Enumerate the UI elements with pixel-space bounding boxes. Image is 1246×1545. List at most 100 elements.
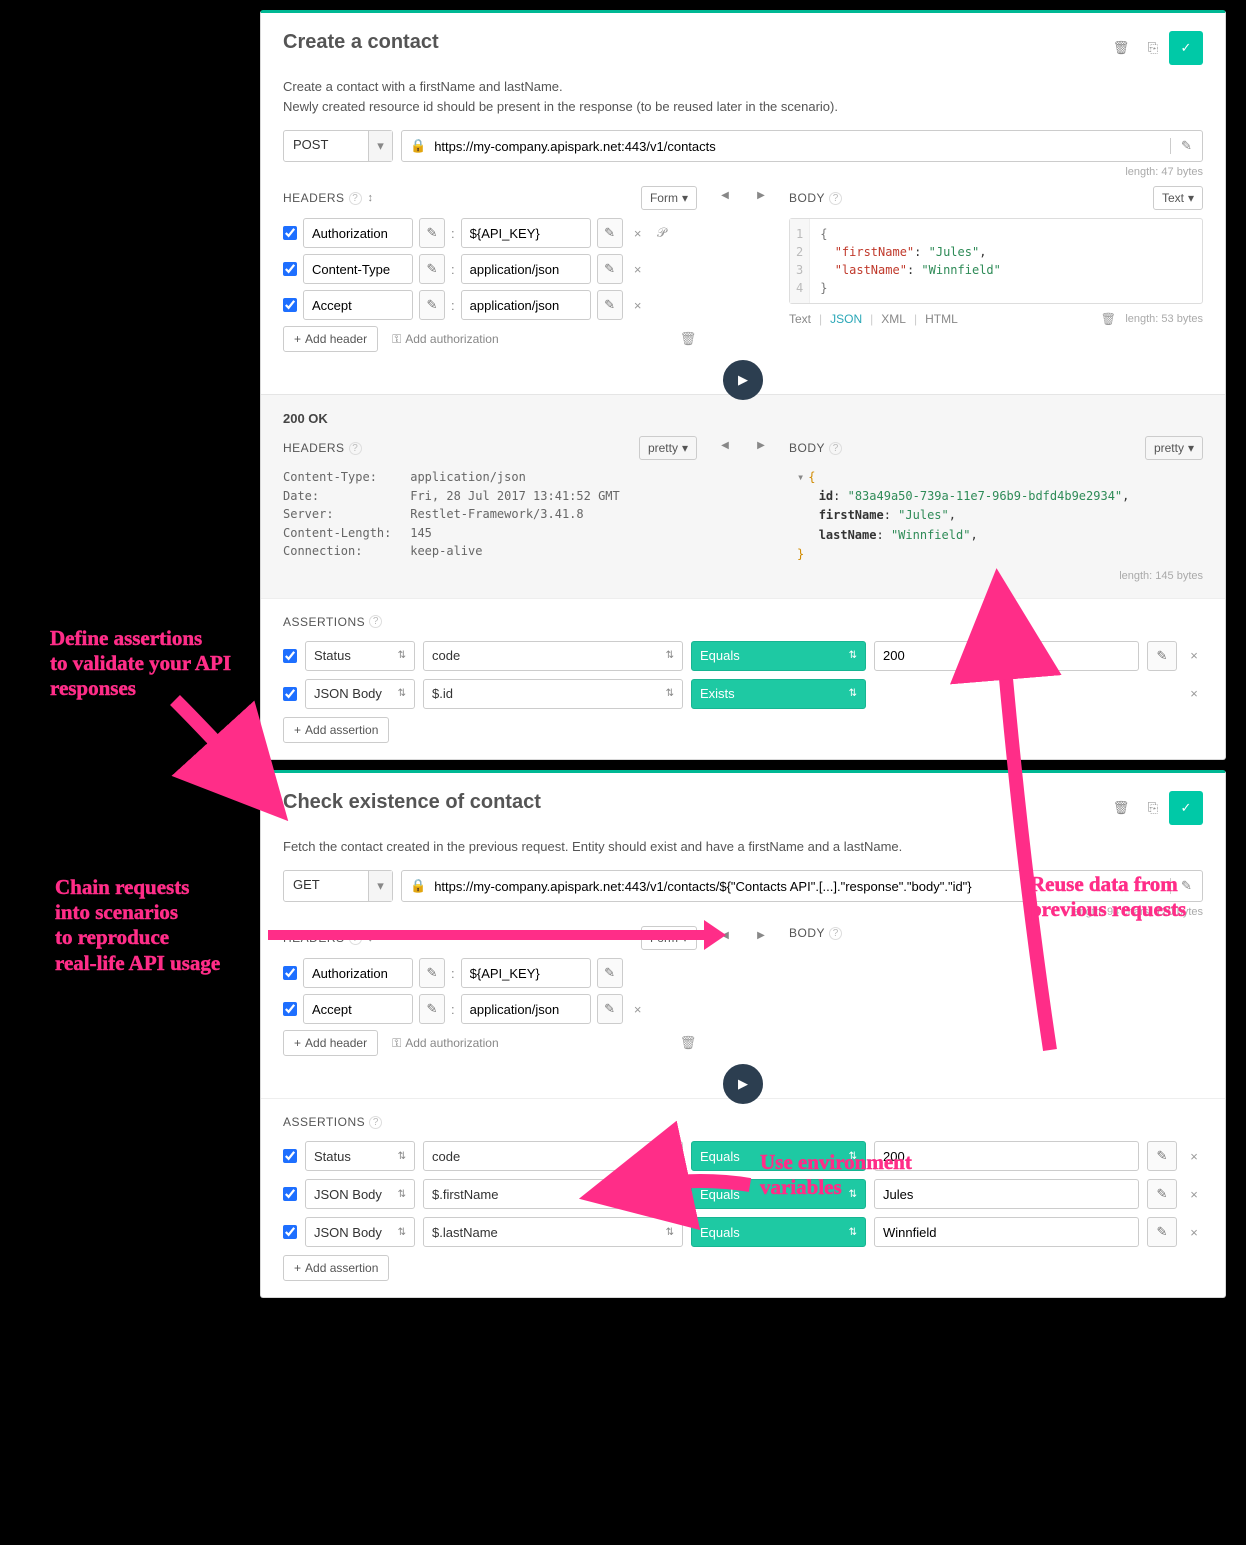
header-name-input[interactable] [303,994,413,1024]
pencil-icon[interactable]: ✎ [419,994,445,1024]
pencil-icon[interactable]: ✎ [419,218,445,248]
remove-icon[interactable]: × [1185,1225,1203,1240]
collapse-left-icon[interactable]: ◀ [721,190,729,201]
assertion-operator-select[interactable]: Equals⇅ [691,1217,866,1247]
header-value-input[interactable] [461,290,591,320]
http-method-select[interactable]: GET ▾ [283,870,393,902]
confirm-icon[interactable]: ✓ [1169,31,1203,65]
assertion-enable-checkbox[interactable] [283,1149,297,1163]
remove-icon[interactable]: × [1185,1187,1203,1202]
header-enable-checkbox[interactable] [283,298,297,312]
header-enable-checkbox[interactable] [283,966,297,980]
assertion-source-select[interactable]: Status⇅ [305,641,415,671]
pencil-icon[interactable]: ✎ [1147,1179,1177,1209]
resp-body-mode[interactable]: pretty▾ [1145,436,1203,460]
assertion-source-select[interactable]: JSON Body⇅ [305,1217,415,1247]
http-method-select[interactable]: POST ▾ [283,130,393,162]
header-value-input[interactable] [461,218,591,248]
assertion-value-input[interactable] [874,1141,1139,1171]
pencil-icon[interactable]: ✎ [597,254,623,284]
remove-icon[interactable]: × [1185,648,1203,663]
remove-icon[interactable]: × [629,1002,647,1017]
assertion-enable-checkbox[interactable] [283,1187,297,1201]
collapse-right-icon[interactable]: ▶ [757,190,765,201]
assertion-source-select[interactable]: JSON Body⇅ [305,679,415,709]
header-enable-checkbox[interactable] [283,226,297,240]
add-header-button[interactable]: +Add header [283,326,378,352]
add-header-button[interactable]: +Add header [283,1030,378,1056]
trash-icon[interactable]: 🗑 [1099,312,1117,326]
collapse-right-icon[interactable]: ▶ [757,440,765,451]
assertion-enable-checkbox[interactable] [283,687,297,701]
header-value-input[interactable] [461,958,591,988]
pencil-icon[interactable]: ✎ [419,958,445,988]
add-assertion-button[interactable]: +Add assertion [283,717,389,743]
header-name-input[interactable] [303,218,413,248]
assertion-enable-checkbox[interactable] [283,649,297,663]
header-value-input[interactable] [461,994,591,1024]
fmt-xml[interactable]: XML [881,312,906,326]
url-input[interactable]: 🔒 ✎ [401,130,1203,162]
header-name-input[interactable] [303,254,413,284]
header-name-input[interactable] [303,958,413,988]
assertion-property-input[interactable]: $.id⇅ [423,679,683,709]
header-value-input[interactable] [461,254,591,284]
assertion-value-input[interactable] [874,1217,1139,1247]
copy-icon[interactable]: ⎘ [1137,32,1169,64]
assertion-value-input[interactable] [874,1179,1139,1209]
assertion-property-input[interactable]: $.lastName⇅ [423,1217,683,1247]
assertion-source-select[interactable]: JSON Body⇅ [305,1179,415,1209]
request-body-editor[interactable]: 1234 { "firstName": "Jules", "lastName":… [789,218,1203,304]
collapse-left-icon[interactable]: ◀ [721,440,729,451]
edit-url-icon[interactable]: ✎ [1170,138,1202,154]
assertion-operator-select[interactable]: Equals⇅ [691,641,866,671]
headers-view-mode[interactable]: Form▾ [641,186,697,210]
resp-header-mode[interactable]: pretty▾ [639,436,697,460]
body-view-mode[interactable]: Text▾ [1153,186,1203,210]
add-authorization-link[interactable]: ⚿Add authorization [392,1036,499,1051]
url-field[interactable] [434,139,1170,154]
assertion-property-input[interactable]: $.firstName⇅ [423,1179,683,1209]
run-button[interactable]: ▶ [723,360,763,400]
fmt-json[interactable]: JSON [830,312,862,326]
remove-icon[interactable]: × [629,298,647,313]
help-icon[interactable]: ? [829,192,842,205]
add-assertion-button[interactable]: +Add assertion [283,1255,389,1281]
pencil-icon[interactable]: ✎ [1147,1217,1177,1247]
pencil-icon[interactable]: ✎ [1147,641,1177,671]
pencil-icon[interactable]: ✎ [597,994,623,1024]
assertion-operator-select[interactable]: Exists⇅ [691,679,866,709]
header-enable-checkbox[interactable] [283,262,297,276]
remove-icon[interactable]: × [629,226,647,241]
trash-icon[interactable]: 🗑 [679,331,697,347]
help-icon[interactable]: ? [349,192,362,205]
delete-icon[interactable]: 🗑 [1105,792,1137,824]
assertion-value-input[interactable] [874,641,1139,671]
assertion-property-input[interactable]: code⇅ [423,641,683,671]
confirm-icon[interactable]: ✓ [1169,791,1203,825]
remove-icon[interactable]: × [1185,1149,1203,1164]
pencil-icon[interactable]: ✎ [1147,1141,1177,1171]
pencil-icon[interactable]: ✎ [597,218,623,248]
run-button[interactable]: ▶ [723,1064,763,1104]
vars-icon[interactable]: 𝒫 [653,225,671,241]
remove-icon[interactable]: × [1185,686,1203,701]
assertion-property-input[interactable]: code⇅ [423,1141,683,1171]
copy-icon[interactable]: ⎘ [1137,792,1169,824]
collapse-right-icon[interactable]: ▶ [757,930,765,941]
delete-icon[interactable]: 🗑 [1105,32,1137,64]
pencil-icon[interactable]: ✎ [419,290,445,320]
header-name-input[interactable] [303,290,413,320]
sort-icon[interactable]: ↕ [368,192,374,204]
pencil-icon[interactable]: ✎ [597,290,623,320]
trash-icon[interactable]: 🗑 [679,1035,697,1051]
fmt-text[interactable]: Text [789,312,811,326]
pencil-icon[interactable]: ✎ [419,254,445,284]
header-enable-checkbox[interactable] [283,1002,297,1016]
assertion-enable-checkbox[interactable] [283,1225,297,1239]
remove-icon[interactable]: × [629,262,647,277]
assertion-source-select[interactable]: Status⇅ [305,1141,415,1171]
add-authorization-link[interactable]: ⚿Add authorization [392,332,499,347]
fmt-html[interactable]: HTML [925,312,958,326]
pencil-icon[interactable]: ✎ [597,958,623,988]
